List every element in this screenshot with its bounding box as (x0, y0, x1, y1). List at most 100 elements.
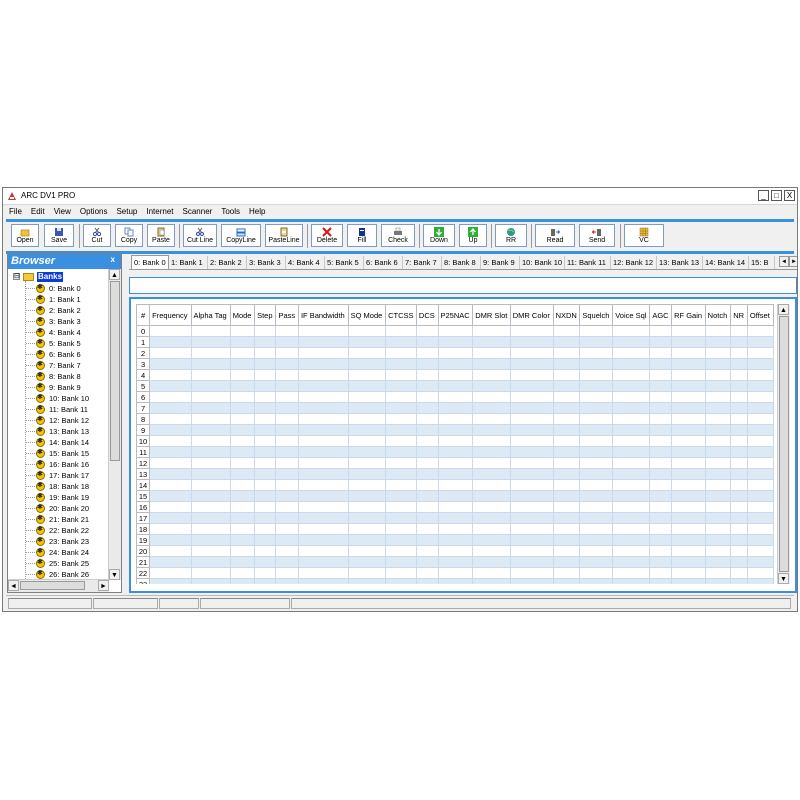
grid-cell[interactable] (671, 413, 706, 425)
cut-line-button[interactable]: Cut Line (183, 224, 217, 247)
grid-cell[interactable] (552, 479, 581, 491)
grid-cell[interactable] (149, 556, 192, 568)
grid-cell[interactable] (746, 424, 774, 436)
grid-cell[interactable] (297, 435, 349, 447)
grid-cell[interactable] (190, 369, 231, 381)
grid-cell[interactable] (385, 325, 417, 337)
grid-cell[interactable] (579, 501, 614, 513)
grid-cell[interactable] (297, 380, 349, 392)
grid-cell[interactable] (297, 391, 349, 403)
table-row[interactable]: 17 (136, 512, 774, 524)
grid-cell[interactable] (579, 402, 614, 414)
grid-cell[interactable] (347, 435, 387, 447)
grid-cell[interactable] (385, 479, 417, 491)
column-header[interactable]: # (136, 304, 151, 326)
grid-cell[interactable] (385, 457, 417, 469)
tree-root-label[interactable]: Banks (37, 271, 64, 282)
grid-cell[interactable] (190, 457, 231, 469)
grid-cell[interactable] (704, 391, 732, 403)
grid-cell[interactable] (509, 380, 554, 392)
grid-cell[interactable] (612, 325, 651, 337)
grid-cell[interactable] (472, 501, 511, 513)
tab-bank-2[interactable]: 2: Bank 2 (208, 256, 247, 269)
grid-cell[interactable] (254, 435, 277, 447)
grid-cell[interactable] (649, 358, 673, 370)
grid-cell[interactable] (509, 479, 554, 491)
column-header[interactable]: Notch (704, 304, 732, 326)
grid-cell[interactable] (190, 325, 231, 337)
grid-cell[interactable] (190, 402, 231, 414)
paste-button[interactable]: Paste (147, 224, 175, 247)
grid-cell[interactable] (649, 446, 673, 458)
menu-scanner[interactable]: Scanner (183, 207, 213, 216)
grid-cell[interactable] (385, 435, 417, 447)
grid-cell[interactable] (254, 380, 277, 392)
grid-cell[interactable] (275, 523, 299, 535)
grid-cell[interactable] (347, 325, 387, 337)
grid-cell[interactable] (612, 501, 651, 513)
grid-cell[interactable] (229, 534, 256, 546)
grid-cell[interactable] (415, 523, 439, 535)
grid-cell[interactable] (437, 369, 474, 381)
grid-cell[interactable] (472, 490, 511, 502)
browser-horizontal-scrollbar[interactable]: ◄ ► (8, 579, 109, 592)
table-row[interactable]: 4 (136, 369, 774, 381)
grid-cell[interactable] (385, 336, 417, 348)
grid-cell[interactable] (612, 567, 651, 579)
grid-cell[interactable] (552, 369, 581, 381)
grid-cell[interactable] (509, 523, 554, 535)
tree-item-bank[interactable]: 9: Bank 9 (36, 382, 81, 393)
grid-cell[interactable] (509, 347, 554, 359)
grid-cell[interactable] (347, 347, 387, 359)
tree-item-bank[interactable]: 21: Bank 21 (36, 514, 89, 525)
grid-cell[interactable] (347, 490, 387, 502)
grid-cell[interactable] (275, 325, 299, 337)
grid-cell[interactable] (297, 523, 349, 535)
grid-cell[interactable] (746, 501, 774, 513)
grid-cell[interactable] (190, 490, 231, 502)
grid-cell[interactable] (612, 391, 651, 403)
tab-bank-4[interactable]: 4: Bank 4 (286, 256, 325, 269)
grid-cell[interactable] (415, 380, 439, 392)
grid-cell[interactable] (704, 545, 732, 557)
grid-cell[interactable] (275, 380, 299, 392)
grid-cell[interactable] (704, 512, 732, 524)
grid-cell[interactable] (437, 512, 474, 524)
grid-cell[interactable] (472, 556, 511, 568)
grid-cell[interactable] (509, 358, 554, 370)
grid-cell[interactable] (472, 413, 511, 425)
table-row[interactable]: 12 (136, 457, 774, 469)
grid-cell[interactable] (149, 413, 192, 425)
grid-cell[interactable] (552, 435, 581, 447)
grid-cell[interactable] (229, 479, 256, 491)
column-header[interactable]: Squelch (579, 304, 614, 326)
grid-cell[interactable] (297, 413, 349, 425)
tree-item-bank[interactable]: 10: Bank 10 (36, 393, 89, 404)
grid-cell[interactable] (437, 545, 474, 557)
grid-cell[interactable] (275, 578, 299, 584)
tree-item-bank[interactable]: 11: Bank 11 (36, 404, 88, 415)
grid-cell[interactable] (415, 556, 439, 568)
grid-cell[interactable] (297, 446, 349, 458)
vc-button[interactable]: VC (624, 224, 664, 247)
fill-button[interactable]: Fill (347, 224, 377, 247)
grid-cell[interactable] (649, 556, 673, 568)
table-row[interactable]: 18 (136, 523, 774, 535)
copy-line-button[interactable]: CopyLine (221, 224, 261, 247)
grid-cell[interactable] (704, 479, 732, 491)
grid-cell[interactable] (730, 567, 748, 579)
grid-cell[interactable] (275, 369, 299, 381)
grid-cell[interactable] (746, 490, 774, 502)
grid-cell[interactable] (579, 435, 614, 447)
grid-cell[interactable] (385, 578, 417, 584)
grid-cell[interactable] (415, 479, 439, 491)
grid-cell[interactable] (509, 567, 554, 579)
grid-cell[interactable] (552, 358, 581, 370)
table-row[interactable]: 19 (136, 534, 774, 546)
grid-cell[interactable] (229, 325, 256, 337)
grid-cell[interactable] (509, 424, 554, 436)
grid-cell[interactable] (229, 336, 256, 348)
grid-cell[interactable] (275, 490, 299, 502)
grid-cell[interactable] (415, 325, 439, 337)
table-row[interactable]: 15 (136, 490, 774, 502)
